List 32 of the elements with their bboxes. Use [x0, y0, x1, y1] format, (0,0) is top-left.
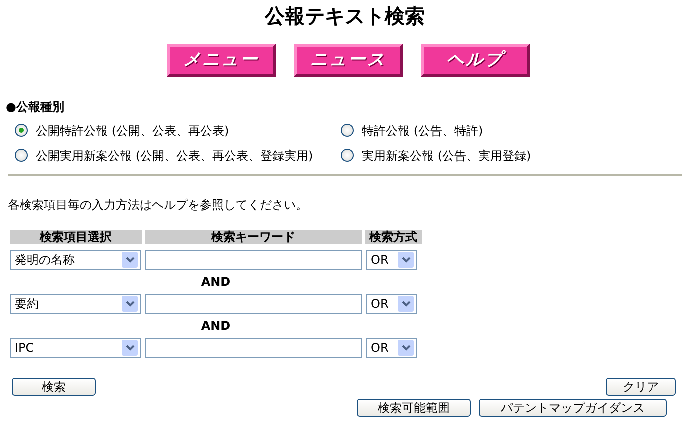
column-header: 検索項目選択 [10, 230, 142, 244]
dropdown[interactable]: OR [366, 294, 417, 314]
nav-button[interactable]: ヘルプ [421, 44, 530, 77]
radio-button[interactable] [341, 149, 354, 162]
radio-button[interactable] [15, 149, 28, 162]
keyword-field[interactable] [145, 294, 362, 314]
radio-label: 公開特許公報 (公開、公表、再公表) [36, 122, 230, 140]
dropdown[interactable]: OR [366, 338, 417, 358]
dropdown[interactable]: IPC [10, 338, 141, 358]
scope-button[interactable]: 検索可能範囲 [357, 399, 471, 417]
guidance-button[interactable]: パテントマップガイダンス [479, 399, 667, 417]
page-title: 公報テキスト検索 [264, 3, 426, 30]
radio-label: 特許公報 (公告、特許) [362, 122, 484, 140]
keyword-field[interactable] [145, 250, 362, 270]
operator-label: AND [200, 318, 232, 335]
instruction-text: 各検索項目毎の入力方法はヘルプを参照してください。 [7, 197, 309, 214]
column-header: 検索キーワード [145, 230, 362, 244]
dropdown[interactable]: 発明の名称 [10, 250, 141, 270]
keyword-field[interactable] [145, 338, 362, 358]
nav-button[interactable]: ニュース [294, 44, 403, 77]
section-heading: ●公報種別 [6, 99, 66, 116]
dropdown[interactable]: OR [366, 250, 417, 270]
radio-button[interactable] [15, 124, 28, 137]
search-button[interactable]: 検索 [12, 378, 96, 396]
column-header: 検索方式 [365, 230, 422, 244]
radio-button[interactable] [341, 124, 354, 137]
clear-button[interactable]: クリア [606, 378, 676, 396]
radio-label: 実用新案公報 (公告、実用登録) [362, 148, 532, 164]
operator-label: AND [200, 274, 232, 291]
nav-button[interactable]: メニュー [167, 44, 276, 77]
dropdown[interactable]: 要約 [10, 294, 141, 314]
radio-label: 公開実用新案公報 (公開、公表、再公表、登録実用) [36, 148, 314, 164]
